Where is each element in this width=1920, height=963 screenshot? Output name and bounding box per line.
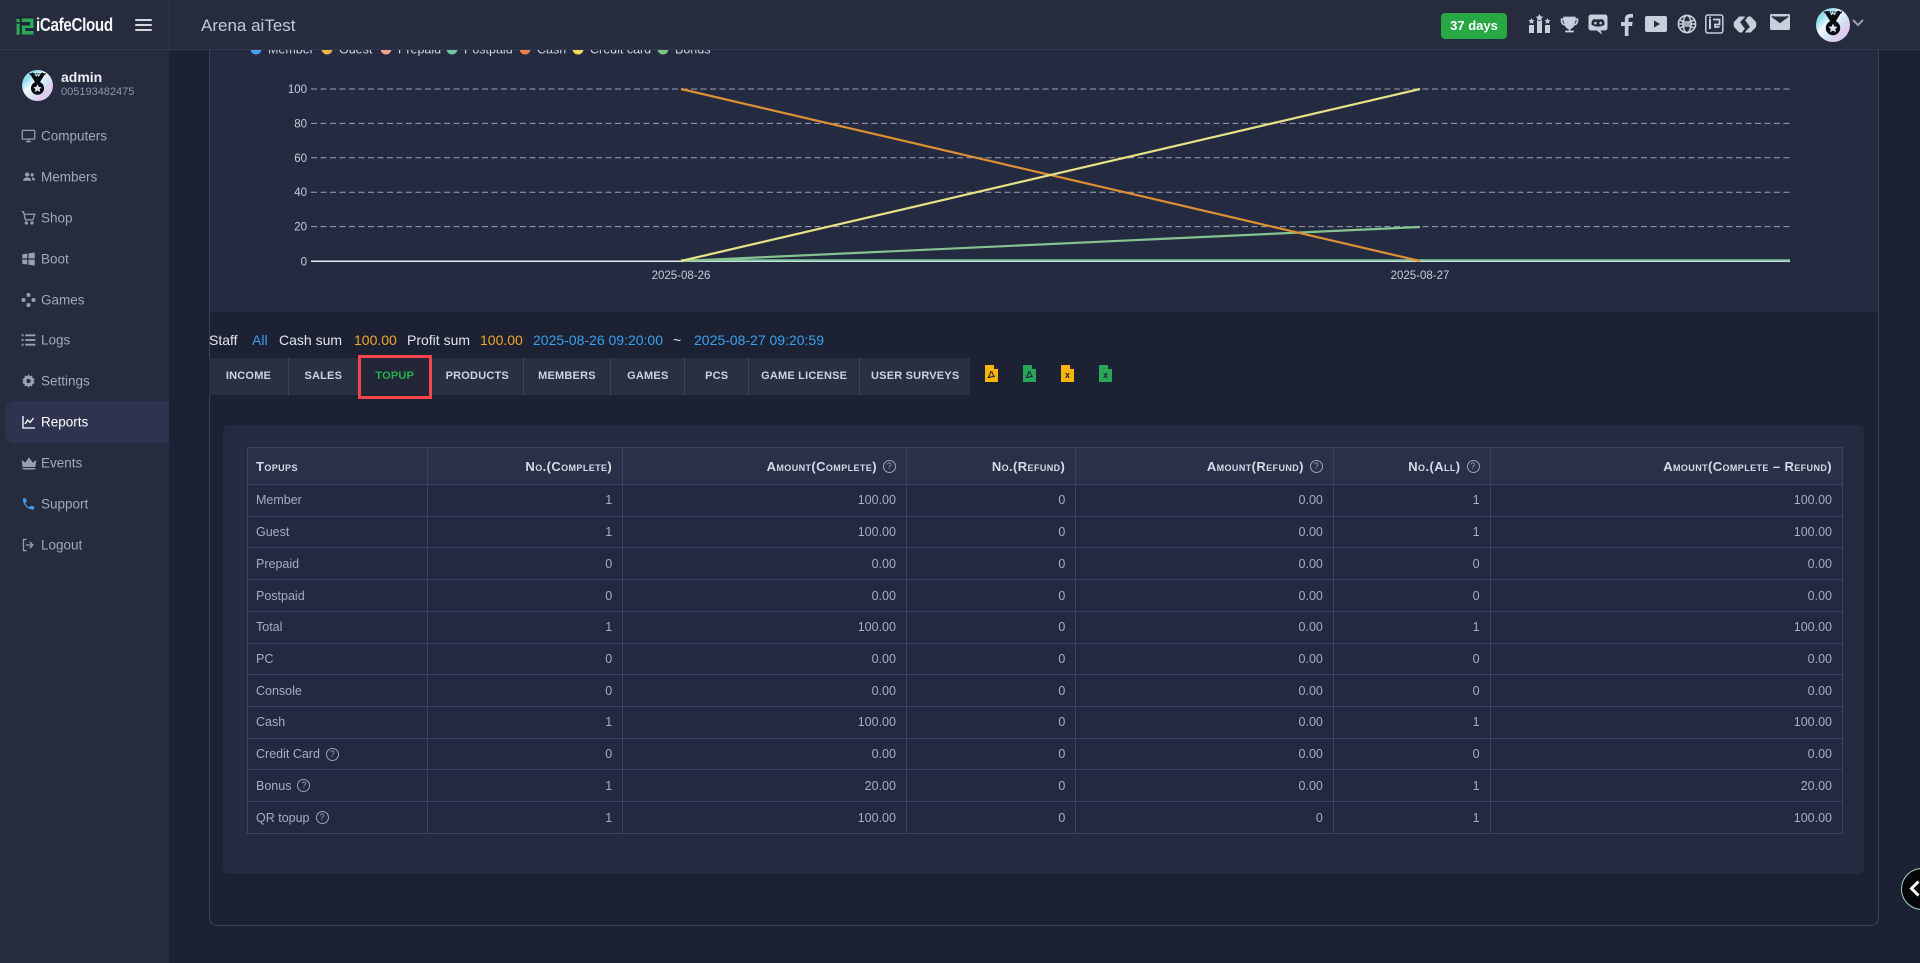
- svg-text:40: 40: [294, 187, 307, 199]
- svg-text:20: 20: [294, 222, 307, 234]
- svg-text:PLATINUM: PLATINUM: [29, 72, 46, 76]
- svg-text:x: x: [1065, 370, 1070, 380]
- svg-text:100: 100: [288, 84, 307, 96]
- svg-text:2025-08-26: 2025-08-26: [652, 270, 711, 282]
- svg-text:80: 80: [294, 118, 307, 130]
- svg-text:60: 60: [294, 153, 307, 165]
- svg-text:PLATINUM: PLATINUM: [1824, 11, 1843, 15]
- svg-text:0: 0: [301, 256, 307, 268]
- svg-text:x: x: [1103, 370, 1108, 380]
- svg-text:2025-08-27: 2025-08-27: [1391, 270, 1450, 282]
